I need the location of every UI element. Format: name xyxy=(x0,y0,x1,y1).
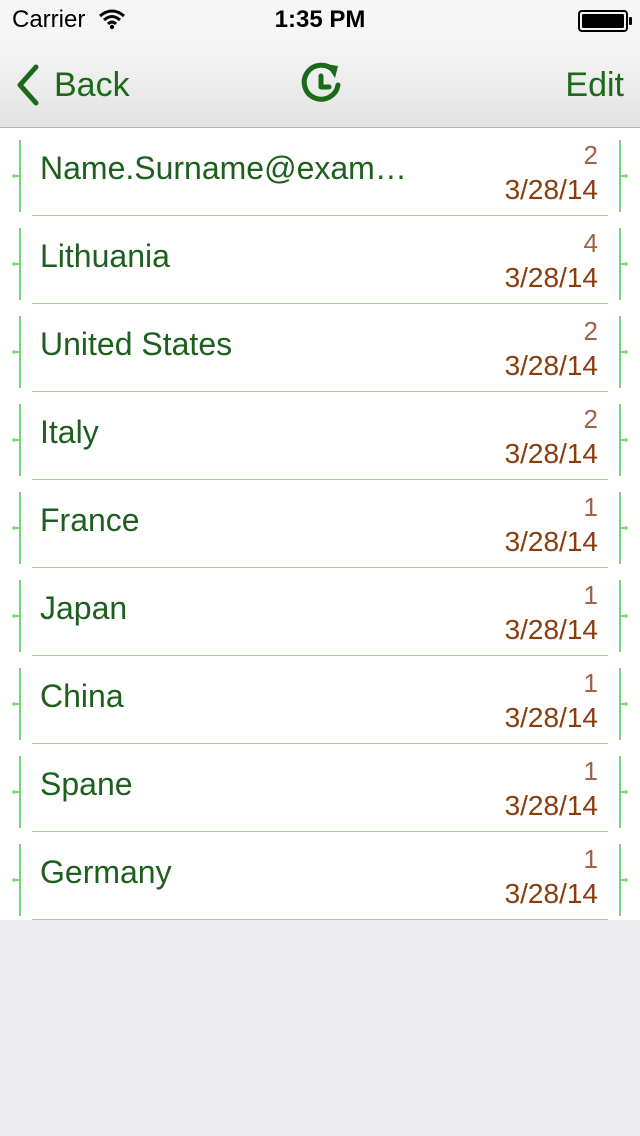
right-edge-marker-icon xyxy=(619,492,628,564)
left-edge-marker-icon xyxy=(12,140,21,212)
list-item-title: Japan xyxy=(40,590,128,626)
right-edge-marker-icon xyxy=(619,844,628,916)
list-item-date: 3/28/14 xyxy=(504,526,598,557)
left-edge-marker-icon xyxy=(12,844,21,916)
back-label: Back xyxy=(54,65,130,104)
right-edge-marker-icon xyxy=(619,756,628,828)
left-edge-marker-icon xyxy=(12,228,21,300)
right-edge-marker-icon xyxy=(619,316,628,388)
list-item-count: 2 xyxy=(583,316,598,346)
list-item-date: 3/28/14 xyxy=(504,790,598,821)
list-item-date: 3/28/14 xyxy=(504,262,598,293)
list-item[interactable]: Name.Surname@exam… 2 3/28/14 xyxy=(0,128,640,216)
list-item-title: Germany xyxy=(40,854,172,890)
status-bar: Carrier 1:35 PM xyxy=(0,0,640,40)
list-item[interactable]: Italy 2 3/28/14 xyxy=(0,392,640,480)
list-item-count: 1 xyxy=(583,756,598,786)
list-item[interactable]: Spane 1 3/28/14 xyxy=(0,744,640,832)
list-item-date: 3/28/14 xyxy=(504,878,598,909)
right-edge-marker-icon xyxy=(619,404,628,476)
list-item-count: 1 xyxy=(583,580,598,610)
refresh-clock-icon[interactable] xyxy=(298,62,344,108)
left-edge-marker-icon xyxy=(12,316,21,388)
list-item-count: 1 xyxy=(583,492,598,522)
chevron-left-icon xyxy=(17,64,39,106)
status-time: 1:35 PM xyxy=(274,6,366,33)
list-item-title: China xyxy=(40,678,124,714)
left-edge-marker-icon xyxy=(12,756,21,828)
list-item-date: 3/28/14 xyxy=(504,438,598,469)
list-item-title: Lithuania xyxy=(40,238,170,274)
list-item-count: 2 xyxy=(583,404,598,434)
list-item-title: Spane xyxy=(40,766,133,802)
list-item-count: 1 xyxy=(583,844,598,874)
country-list: Name.Surname@exam… 2 3/28/14 Lithuania 4… xyxy=(0,128,640,920)
edit-button[interactable]: Edit xyxy=(565,66,624,105)
list-item[interactable]: France 1 3/28/14 xyxy=(0,480,640,568)
right-edge-marker-icon xyxy=(619,580,628,652)
right-edge-marker-icon xyxy=(619,140,628,212)
list-item-count: 4 xyxy=(583,228,598,258)
list-item-date: 3/28/14 xyxy=(504,614,598,645)
left-edge-marker-icon xyxy=(12,492,21,564)
row-divider xyxy=(32,919,608,920)
list-item-date: 3/28/14 xyxy=(504,350,598,381)
list-item-title: Italy xyxy=(40,414,99,450)
left-edge-marker-icon xyxy=(12,668,21,740)
navigation-bar: Back Edit xyxy=(0,40,640,128)
left-edge-marker-icon xyxy=(12,580,21,652)
left-edge-marker-icon xyxy=(12,404,21,476)
list-item-title: France xyxy=(40,502,140,538)
list-item-title: United States xyxy=(40,326,233,362)
list-item-count: 1 xyxy=(583,668,598,698)
battery-icon xyxy=(578,10,632,32)
list-item[interactable]: Japan 1 3/28/14 xyxy=(0,568,640,656)
list-item[interactable]: United States 2 3/28/14 xyxy=(0,304,640,392)
list-item[interactable]: Germany 1 3/28/14 xyxy=(0,832,640,920)
list-item[interactable]: China 1 3/28/14 xyxy=(0,656,640,744)
list-item[interactable]: Lithuania 4 3/28/14 xyxy=(0,216,640,304)
list-item-count: 2 xyxy=(583,140,598,170)
list-item-date: 3/28/14 xyxy=(504,174,598,205)
back-button[interactable]: Back xyxy=(14,62,130,108)
list-item-date: 3/28/14 xyxy=(504,702,598,733)
list-item-title: Name.Surname@exam… xyxy=(40,150,407,186)
right-edge-marker-icon xyxy=(619,228,628,300)
right-edge-marker-icon xyxy=(619,668,628,740)
